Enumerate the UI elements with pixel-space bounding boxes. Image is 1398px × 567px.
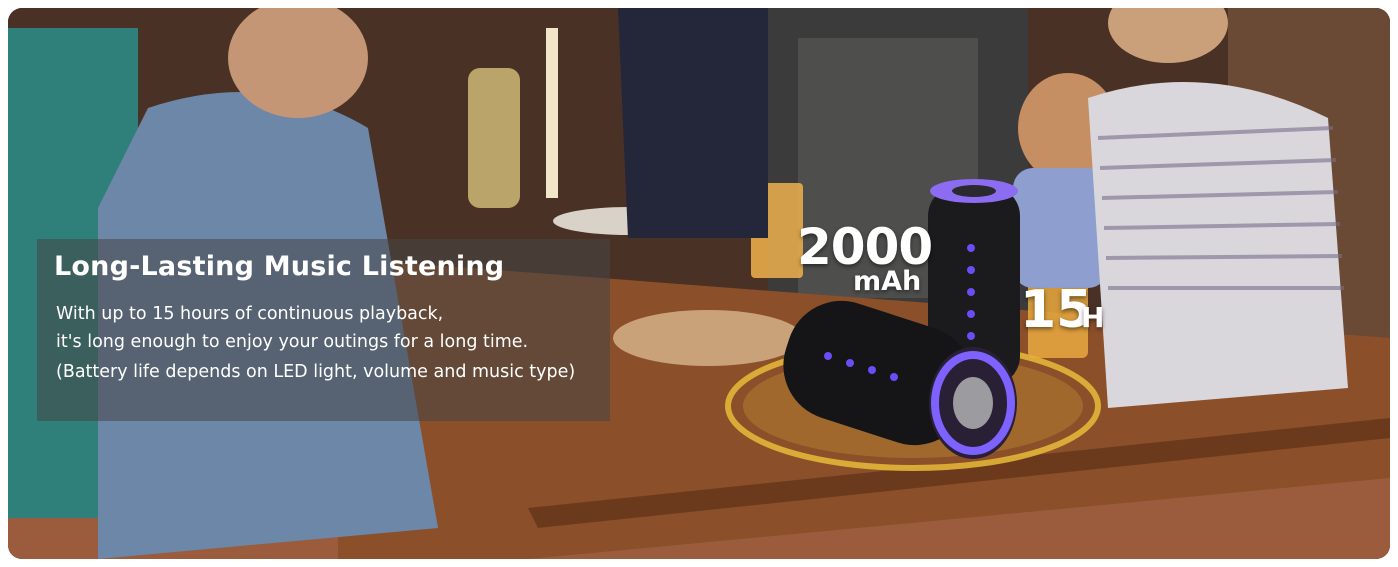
- playtime-unit: H: [1081, 301, 1105, 334]
- battery-capacity-unit: mAh: [853, 266, 922, 297]
- feature-line-1: With up to 15 hours of continuous playba…: [56, 304, 444, 324]
- woman-standing: [618, 8, 768, 238]
- water-bottle: [468, 68, 520, 208]
- candle: [546, 28, 558, 198]
- feature-line-2: it's long enough to enjoy your outings f…: [56, 332, 529, 352]
- product-banner: Long-Lasting Music Listening With up to …: [8, 8, 1390, 559]
- standing-speaker-top-center: [952, 185, 996, 197]
- pizza-plate: [613, 310, 803, 366]
- feature-title: Long-Lasting Music Listening: [54, 251, 505, 282]
- feature-line-3: (Battery life depends on LED light, volu…: [56, 362, 576, 382]
